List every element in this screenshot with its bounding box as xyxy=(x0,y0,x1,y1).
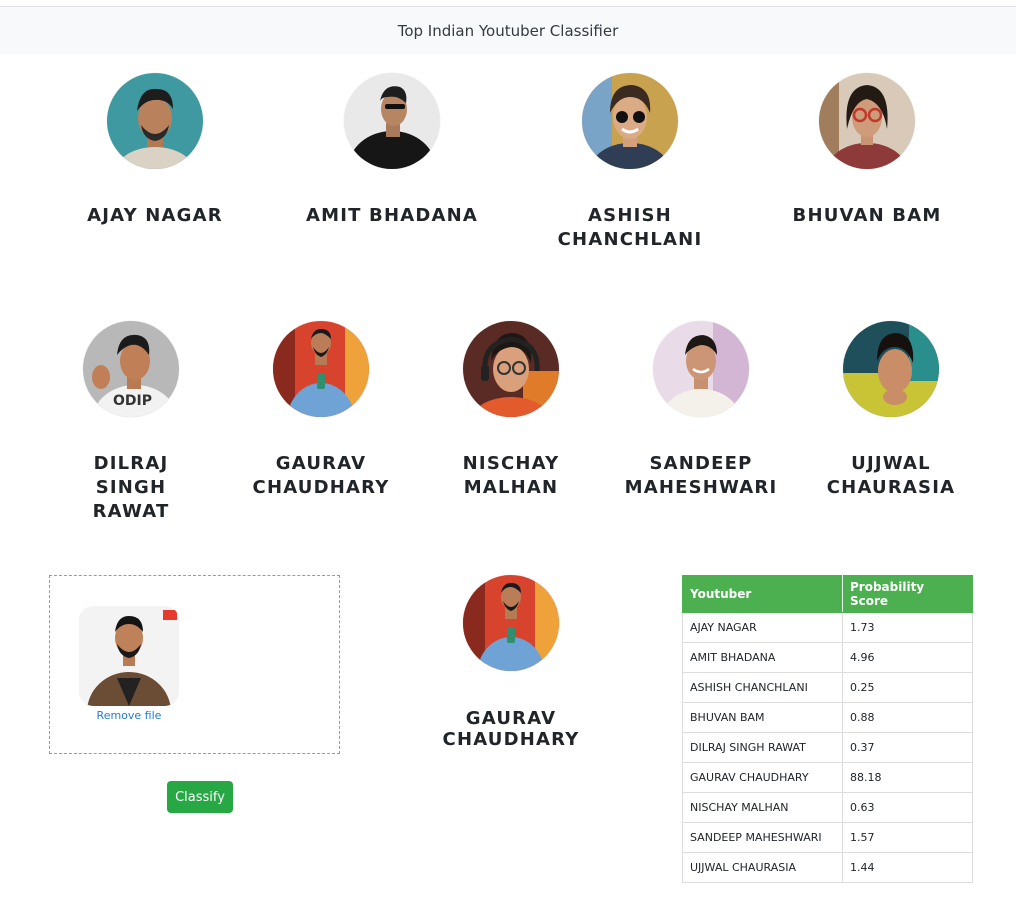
ashish-chanchlani-photo xyxy=(582,73,678,169)
table-row: AMIT BHADANA 4.96 xyxy=(682,642,973,673)
youtuber-cell: AJAY NAGAR xyxy=(682,612,843,643)
score-cell: 0.25 xyxy=(842,672,973,703)
table-header-row: Youtuber Probability Score xyxy=(682,575,973,613)
score-cell: 4.96 xyxy=(842,642,973,673)
score-cell: 0.88 xyxy=(842,702,973,733)
table-row: BHUVAN BAM 0.88 xyxy=(682,702,973,733)
ujjwal-chaurasia-photo xyxy=(843,321,939,417)
navbar-title: Top Indian Youtuber Classifier xyxy=(397,21,619,40)
youtuber-cell: ASHISH CHANCHLANI xyxy=(682,672,843,703)
score-cell: 88.18 xyxy=(842,762,973,793)
amit-bhadana-photo xyxy=(344,73,440,169)
uploaded-image-preview xyxy=(79,606,179,706)
probability-table: Youtuber Probability Score AJAY NAGAR 1.7… xyxy=(682,575,973,883)
table-row: DILRAJ SINGH RAWAT 0.37 xyxy=(682,732,973,763)
youtuber-card-ajay-nagar: AJAY NAGAR xyxy=(85,73,225,228)
score-cell: 1.73 xyxy=(842,612,973,643)
youtuber-card-gaurav-chaudhary: GAURAV CHAUDHARY xyxy=(246,321,396,500)
result-name: GAURAV CHAUDHARY xyxy=(442,708,580,750)
youtuber-card-ashish-chanchlani: ASHISH CHANCHLANI xyxy=(555,73,705,252)
column-header-youtuber: Youtuber xyxy=(682,575,843,613)
youtuber-name: ASHISH CHANCHLANI xyxy=(557,205,703,250)
youtuber-cell: GAURAV CHAUDHARY xyxy=(682,762,843,793)
table-row: ASHISH CHANCHLANI 0.25 xyxy=(682,672,973,703)
result-photo xyxy=(463,575,559,671)
youtuber-card-bhuvan-bam: BHUVAN BAM xyxy=(792,73,942,228)
bhuvan-bam-photo xyxy=(819,73,915,169)
youtuber-card-ujjwal-chaurasia: UJJWAL CHAURASIA xyxy=(821,321,961,500)
youtuber-name: AMIT BHADANA xyxy=(305,205,479,226)
youtuber-cell: NISCHAY MALHAN xyxy=(682,792,843,823)
result-card xyxy=(463,575,559,671)
youtuber-cell: UJJWAL CHAURASIA xyxy=(682,852,843,883)
youtuber-cell: DILRAJ SINGH RAWAT xyxy=(682,732,843,763)
score-cell: 0.63 xyxy=(842,792,973,823)
youtuber-card-sandeep-maheshwari: SANDEEP MAHESHWARI xyxy=(625,321,776,500)
file-dropzone[interactable]: Remove file xyxy=(49,575,340,754)
gaurav-chaudhary-photo xyxy=(273,321,369,417)
youtuber-card-nischay-malhan: NISCHAY MALHAN xyxy=(451,321,571,500)
column-header-probability: Probability Score xyxy=(842,575,973,613)
youtuber-card-dilraj-singh-rawat: ODIP DILRAJ SINGH RAWAT xyxy=(71,321,191,524)
table-row: UJJWAL CHAURASIA 1.44 xyxy=(682,852,973,883)
youtuber-name: SANDEEP MAHESHWARI xyxy=(624,453,778,498)
youtuber-name: AJAY NAGAR xyxy=(87,205,223,226)
table-row: SANDEEP MAHESHWARI 1.57 xyxy=(682,822,973,853)
youtuber-card-amit-bhadana: AMIT BHADANA xyxy=(302,73,482,228)
svg-text:ODIP: ODIP xyxy=(113,393,152,409)
score-cell: 1.44 xyxy=(842,852,973,883)
youtuber-cell: BHUVAN BAM xyxy=(682,702,843,733)
youtuber-name: GAURAV CHAUDHARY xyxy=(252,453,390,498)
score-cell: 0.37 xyxy=(842,732,973,763)
dilraj-singh-rawat-photo: ODIP xyxy=(83,321,179,417)
youtuber-cell: AMIT BHADANA xyxy=(682,642,843,673)
table-row: GAURAV CHAUDHARY 88.18 xyxy=(682,762,973,793)
nischay-malhan-photo xyxy=(463,321,559,417)
youtuber-name: UJJWAL CHAURASIA xyxy=(826,453,956,498)
classify-button[interactable]: Classify xyxy=(167,781,233,813)
ajay-nagar-photo xyxy=(107,73,203,169)
table-row: NISCHAY MALHAN 0.63 xyxy=(682,792,973,823)
score-cell: 1.57 xyxy=(842,822,973,853)
youtuber-name: NISCHAY MALHAN xyxy=(462,453,560,498)
youtuber-name: DILRAJ SINGH RAWAT xyxy=(92,453,170,522)
remove-file-link[interactable]: Remove file xyxy=(79,709,179,722)
sandeep-maheshwari-photo xyxy=(653,321,749,417)
youtuber-name: BHUVAN BAM xyxy=(792,205,942,226)
navbar: Top Indian Youtuber Classifier xyxy=(0,7,1016,54)
youtuber-cell: SANDEEP MAHESHWARI xyxy=(682,822,843,853)
table-row: AJAY NAGAR 1.73 xyxy=(682,612,973,643)
